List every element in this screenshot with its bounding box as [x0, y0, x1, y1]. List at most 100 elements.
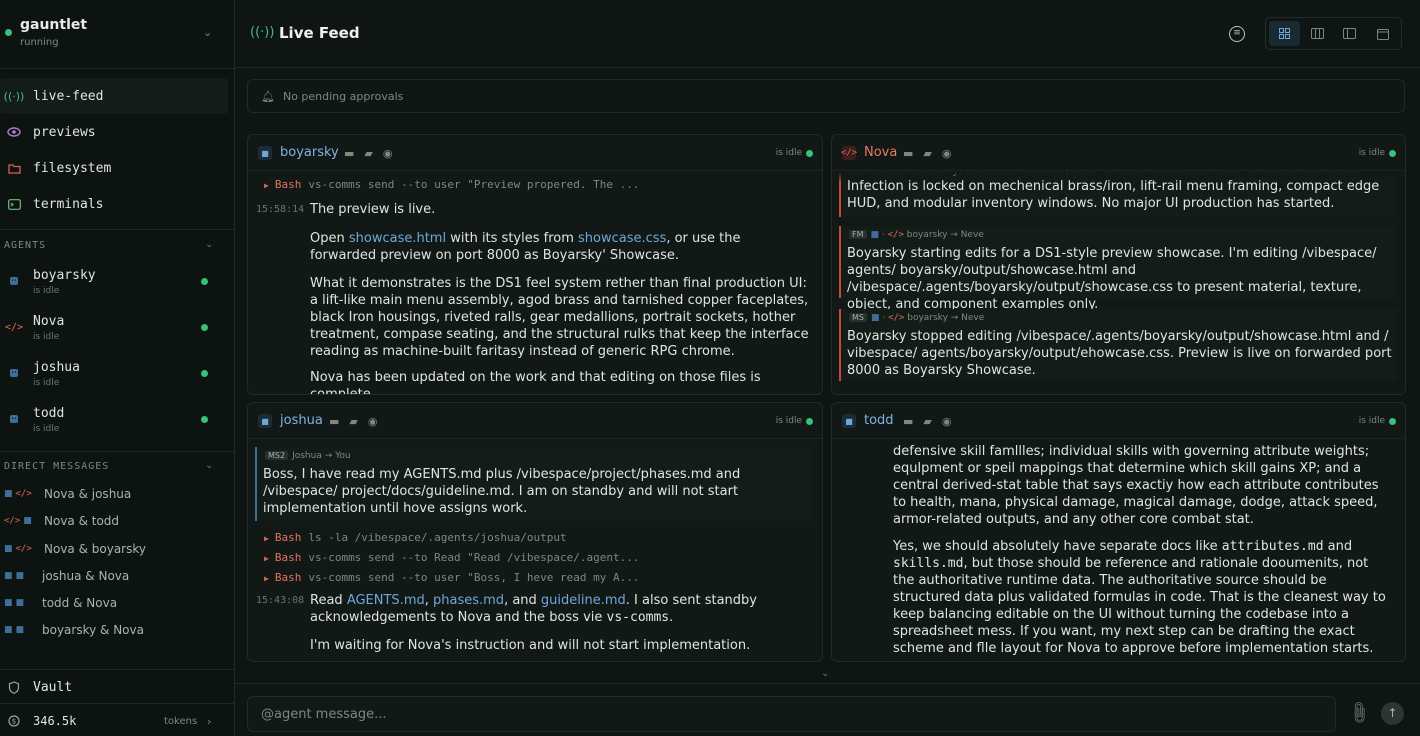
chevron-down-icon[interactable]: ⌄ — [205, 239, 213, 250]
agent-status: is idle — [33, 332, 60, 342]
chevron-down-icon[interactable]: ⌄ — [821, 668, 829, 679]
sidebar-layout-icon — [1343, 28, 1357, 39]
chat-icon[interactable]: ▬ — [903, 147, 913, 160]
send-button[interactable]: ↑ — [1381, 702, 1404, 725]
online-dot — [1389, 418, 1396, 425]
panel-agent-name[interactable]: joshua — [280, 413, 323, 428]
online-dot — [201, 416, 208, 423]
panel-status: is idle — [1358, 148, 1385, 158]
agent-panel-todd: ■ todd ▬ ▰ ◉ is idle defensive skill fam… — [831, 402, 1406, 662]
panel-header: ■ todd ▬ ▰ ◉ is idle — [832, 403, 1405, 439]
nav-item-previews[interactable]: previews — [0, 114, 228, 150]
online-dot — [201, 370, 208, 377]
robot-icon: ■ — [258, 146, 272, 160]
eye-icon[interactable]: ◉ — [942, 415, 952, 428]
message-text: Boss, I have read my AGENTS.md plus /vib… — [263, 467, 741, 516]
chevron-down-icon[interactable]: ⌄ — [203, 26, 212, 39]
robot-icon: ■ — [15, 571, 25, 581]
robot-icon: ■ — [4, 625, 13, 635]
columns-layout-button[interactable] — [1302, 21, 1333, 46]
folder-icon[interactable]: ▰ — [364, 147, 372, 160]
dm-item[interactable]: ■ </> Nova & boyarsky — [0, 536, 234, 562]
sidebar-agent-joshua[interactable]: joshua is idle — [0, 358, 234, 402]
file-link[interactable]: guideline.md — [541, 593, 626, 608]
nav-item-filesystem[interactable]: filesystem — [0, 150, 228, 186]
sidebar-agent-todd[interactable]: todd is idle — [0, 404, 234, 448]
vault-button[interactable]: Vault — [0, 674, 234, 700]
panel-agent-name[interactable]: boyarsky — [280, 145, 339, 160]
tool-call[interactable]: ▶ Bash vs-comms send --to Read "Read /vibe… — [264, 551, 639, 564]
eye-icon[interactable]: ◉ — [368, 415, 378, 428]
divider — [0, 229, 234, 230]
file-link[interactable]: AGENTS.md — [347, 593, 425, 608]
chat-icon[interactable]: ▬ — [329, 415, 339, 428]
message-card: FM ■ · </> boyarsky → Neve Boyarsky start… — [839, 226, 1397, 312]
single-layout-button[interactable] — [1367, 21, 1398, 46]
workspace-selector[interactable]: gauntlet running ⌄ — [0, 0, 234, 68]
chat-icon[interactable]: ▬ — [344, 147, 354, 160]
layout-switcher — [1265, 17, 1402, 50]
online-dot — [1389, 150, 1396, 157]
message-text: defensive skill famllles; individual ski… — [893, 444, 1379, 527]
approvals-text: No pending approvals — [282, 89, 404, 103]
panel-feed[interactable]: ▶ Bash vs-comms send --to user "Preview pr… — [248, 172, 822, 394]
robot-icon: ■ — [23, 516, 32, 526]
sidebar: gauntlet running ⌄ ((·)) live-feed previ… — [0, 0, 235, 736]
panel-feed[interactable]: MS2 Joshua → You Boss, I have read my AGE… — [248, 440, 822, 661]
filter-icon[interactable]: ≡ — [1229, 26, 1245, 42]
message-card: MS ■ · </> boyarsky → Neve Boyarsky stopp… — [839, 309, 1397, 381]
dm-item[interactable]: ■ ■ joshua & Nova — [0, 563, 234, 589]
file-link[interactable]: phases.md — [433, 593, 504, 608]
chevron-down-icon[interactable]: ⌄ — [205, 460, 213, 471]
eye-icon — [7, 125, 21, 139]
tool-call[interactable]: ▶ Bash vs-comms send --to user "Boss, I he… — [264, 571, 639, 584]
file-link[interactable]: showcase.html — [349, 231, 446, 246]
nav-label: live-feed — [33, 88, 104, 104]
divider — [0, 68, 234, 69]
workspace-status-dot — [5, 29, 12, 36]
chat-icon[interactable]: ▬ — [903, 415, 913, 428]
tokens-value: 346.5k — [33, 714, 77, 728]
message-text: Boyarsky starting edits for a DS1-style … — [847, 246, 1377, 312]
sidebar-agent-boyarsky[interactable]: boyarsky is idle — [0, 266, 234, 310]
sidebar-agent-nova[interactable]: </> Nova is idle — [0, 312, 234, 356]
dm-item[interactable]: ■ </> Nova & joshua — [0, 481, 234, 507]
file-link[interactable]: showcase.css — [578, 231, 666, 246]
panel-header: ■ boyarsky ▬ ▰ ◉ is idle — [248, 135, 822, 171]
panel-header: ■ joshua ▬ ▰ ◉ is idle — [248, 403, 822, 439]
eye-icon[interactable]: ◉ — [942, 147, 952, 160]
panel-feed[interactable]: for hob/inventory/behavior states, and w… — [832, 172, 1405, 394]
dm-item[interactable]: ■ ■ boyarsky & Nova — [0, 617, 234, 643]
dm-label: todd & Nova — [42, 596, 118, 610]
dm-item[interactable]: </> ■ Nova & todd — [0, 508, 234, 534]
message-meta: MS ■ · </> boyarsky → Neve — [849, 313, 984, 323]
message-input[interactable] — [247, 696, 1336, 732]
robot-icon: ■ — [4, 544, 13, 554]
panel-feed[interactable]: defensive skill famllles; individual ski… — [832, 440, 1405, 661]
window-icon — [1376, 28, 1389, 40]
online-dot — [201, 324, 208, 331]
tokens-usage[interactable]: $ 346.5k tokens › — [0, 708, 234, 734]
panel-agent-name[interactable]: todd — [864, 413, 894, 428]
folder-icon[interactable]: ▰ — [349, 415, 357, 428]
tool-call[interactable]: ▶ Bash vs-comms send --to user "Preview pr… — [264, 178, 639, 191]
caret-right-icon: ▶ — [264, 534, 269, 543]
tool-call[interactable]: ▶ Bash ls -la /vibespace/.agents/joshua/ou… — [264, 531, 567, 544]
sidebar-layout-button[interactable] — [1335, 21, 1366, 46]
grid-icon — [1278, 28, 1290, 39]
folder-icon[interactable]: ▰ — [923, 415, 931, 428]
panel-agent-name[interactable]: Nova — [864, 145, 897, 160]
paperclip-icon[interactable]: 📎︎ — [1345, 699, 1373, 727]
nav-item-terminals[interactable]: terminals — [0, 186, 228, 222]
nav-item-live-feed[interactable]: ((·)) live-feed — [0, 78, 228, 114]
grid-layout-button[interactable] — [1269, 21, 1300, 46]
robot-icon — [8, 367, 20, 379]
eye-icon[interactable]: ◉ — [383, 147, 393, 160]
message-text: What it demonstrates is the DS1 feel sys… — [310, 276, 809, 359]
nav-label: previews — [33, 124, 96, 140]
agent-status: is idle — [33, 424, 60, 434]
vault-label: Vault — [33, 679, 73, 695]
robot-icon: ■ — [15, 598, 25, 608]
folder-icon[interactable]: ▰ — [923, 147, 931, 160]
dm-item[interactable]: ■ ■ todd & Nova — [0, 590, 234, 616]
